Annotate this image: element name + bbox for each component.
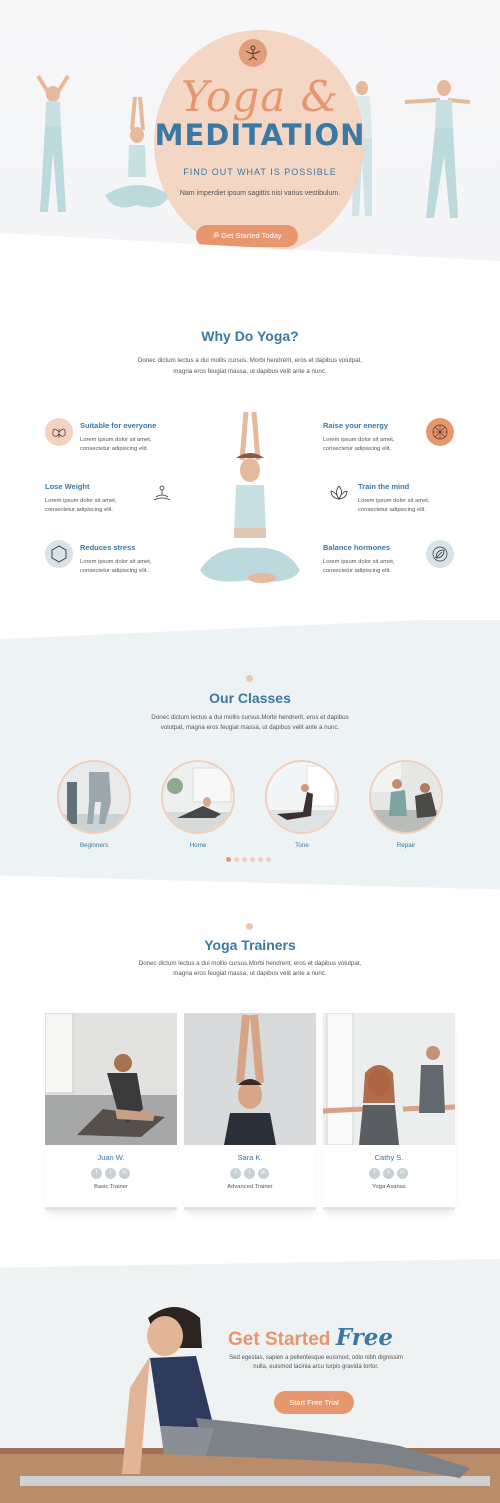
classes-bottom-slant [0,875,500,890]
card-shadow-bar [184,1207,316,1210]
carousel-dot-4[interactable] [250,857,255,862]
why-yoga-text-1: Donec dictum lectus a dui mollis cursus.… [137,357,363,364]
trainer-role-cathy: Yoga Asanas [372,1184,406,1190]
carousel-dot-1[interactable] [226,857,231,862]
class-tone-image[interactable] [265,760,339,834]
benefit-desc-balance-hormones: Lorem ipsum dolor sit amet, consectetur a… [323,559,395,574]
hero-woman-arm-stretch [404,80,471,218]
twitter-icon[interactable]: t [383,1168,394,1179]
cta-description: Sed egestas, sapien a pellentesque euism… [229,1355,403,1370]
hero-title: MEDITATION [154,118,366,152]
class-beginners-image[interactable] [57,760,131,834]
trainer-social-cathy: f t in [369,1168,408,1179]
butterfly-icon [45,418,73,446]
class-repair-image[interactable] [369,760,443,834]
linkedin-icon[interactable]: in [258,1168,269,1179]
trainer-name-cathy: Cathy S. [374,1153,404,1162]
carousel-dot-2[interactable] [234,857,239,862]
trainer-photo-cathy [323,1013,455,1145]
class-label-beginners[interactable]: Beginners [49,842,139,849]
meditating-woman-image [200,411,300,583]
hero-woman-stretch-left [36,74,70,212]
twitter-icon[interactable]: t [244,1168,255,1179]
carousel-dot-3[interactable] [242,857,247,862]
twitter-icon[interactable]: t [105,1168,116,1179]
trainer-card-cathy[interactable]: Cathy S. f t in Yoga Asanas [323,1013,455,1210]
cta-section: Get Started Free Sed egestas, sapien a p… [0,1258,500,1503]
section-dot [246,923,253,930]
benefit-desc-raise-energy: Lorem ipsum dolor sit amet, consectetur a… [323,437,395,452]
cta-top-slant [0,1258,500,1268]
trainer-social-juan: f t in [91,1168,130,1179]
trainer-card-sara[interactable]: Sara K. f t in Advanced Trainer [184,1013,316,1210]
benefit-title-lose-weight: Lose Weight [45,482,90,491]
trainer-card-juan[interactable]: Juan W. f t in Basic Trainer [45,1013,177,1210]
carousel-dot-6[interactable] [266,857,271,862]
hero-tagline: FIND OUT WHAT IS POSSIBLE [183,167,337,177]
yoga-logo-icon [239,39,267,67]
class-label-home[interactable]: Home [153,842,243,849]
benefit-title-raise-energy: Raise your energy [323,421,389,430]
trainer-role-sara: Advanced Trainer [227,1184,273,1190]
trainer-name-juan: Juan W. [97,1153,125,1162]
hero-section: Yoga & MEDITATION FIND OUT WHAT IS POSSI… [0,0,500,290]
why-yoga-text-2: magna eros feugiat massa, ut dapibus vel… [173,368,327,375]
benefit-desc-reduces-stress: Lorem ipsum dolor sit amet, consectetur a… [80,559,152,574]
trainer-name-sara: Sara K. [237,1153,263,1162]
trainers-text-2: magna eros feugiat massa, ut dapibus vel… [173,970,327,977]
class-label-repair[interactable]: Repair [361,842,451,849]
classes-text-2: volutpat, magna eros feugiat massa, ut d… [160,724,340,731]
benefit-title-train-mind: Train the mind [358,482,410,491]
trainer-social-sara: f t in [230,1168,269,1179]
trainers-title: Yoga Trainers [204,937,296,953]
benefit-title-reduces-stress: Reduces stress [80,543,136,552]
section-dot [246,675,253,682]
benefit-desc-train-mind: Lorem ipsum dolor sit amet, consectetur a… [358,498,430,513]
trainer-photo-sara [184,1013,316,1145]
benefit-desc-lose-weight: Lorem ipsum dolor sit amet, consectetur a… [45,498,117,513]
benefit-title-balance-hormones: Balance hormones [323,543,391,552]
lotus-icon [325,479,353,507]
facebook-icon[interactable]: f [91,1168,102,1179]
facebook-icon[interactable]: f [230,1168,241,1179]
benefit-title-suitable: Suitable for everyone [80,421,157,430]
class-label-tone[interactable]: Tone [257,842,347,849]
get-started-button[interactable]: ॐ Get Started Today [196,225,298,247]
hexagon-icon [45,540,73,568]
cta-title: Get Started Free [228,1324,394,1351]
card-shadow-bar [45,1207,177,1210]
benefit-desc-suitable: Lorem ipsum dolor sit amet, consectetur a… [80,437,152,452]
class-home-image[interactable] [161,760,235,834]
hero-title-script: Yoga & [180,72,340,121]
facebook-icon[interactable]: f [369,1168,380,1179]
start-free-trial-button[interactable]: Start Free Trial [274,1391,354,1414]
carousel-dot-5[interactable] [258,857,263,862]
classes-top-slant [0,620,500,640]
cta-title-script: Free [335,1324,394,1351]
linkedin-icon[interactable]: in [119,1168,130,1179]
get-started-label: Get Started Today [221,231,282,240]
cobra-pose-woman-image [0,1307,500,1503]
classes-title: Our Classes [209,690,291,706]
why-yoga-title: Why Do Yoga? [201,328,299,344]
card-shadow-bar [323,1207,455,1210]
classes-section: Our Classes Donec dictum lectus a dui mo… [0,620,500,890]
linkedin-icon[interactable]: in [397,1168,408,1179]
trainer-role-juan: Basic Trainer [94,1184,128,1190]
hero-description: Nam imperdiet ipsum sagittis nisi varius… [179,190,341,197]
trainer-photo-juan [45,1013,177,1145]
om-icon: ॐ [212,231,220,240]
